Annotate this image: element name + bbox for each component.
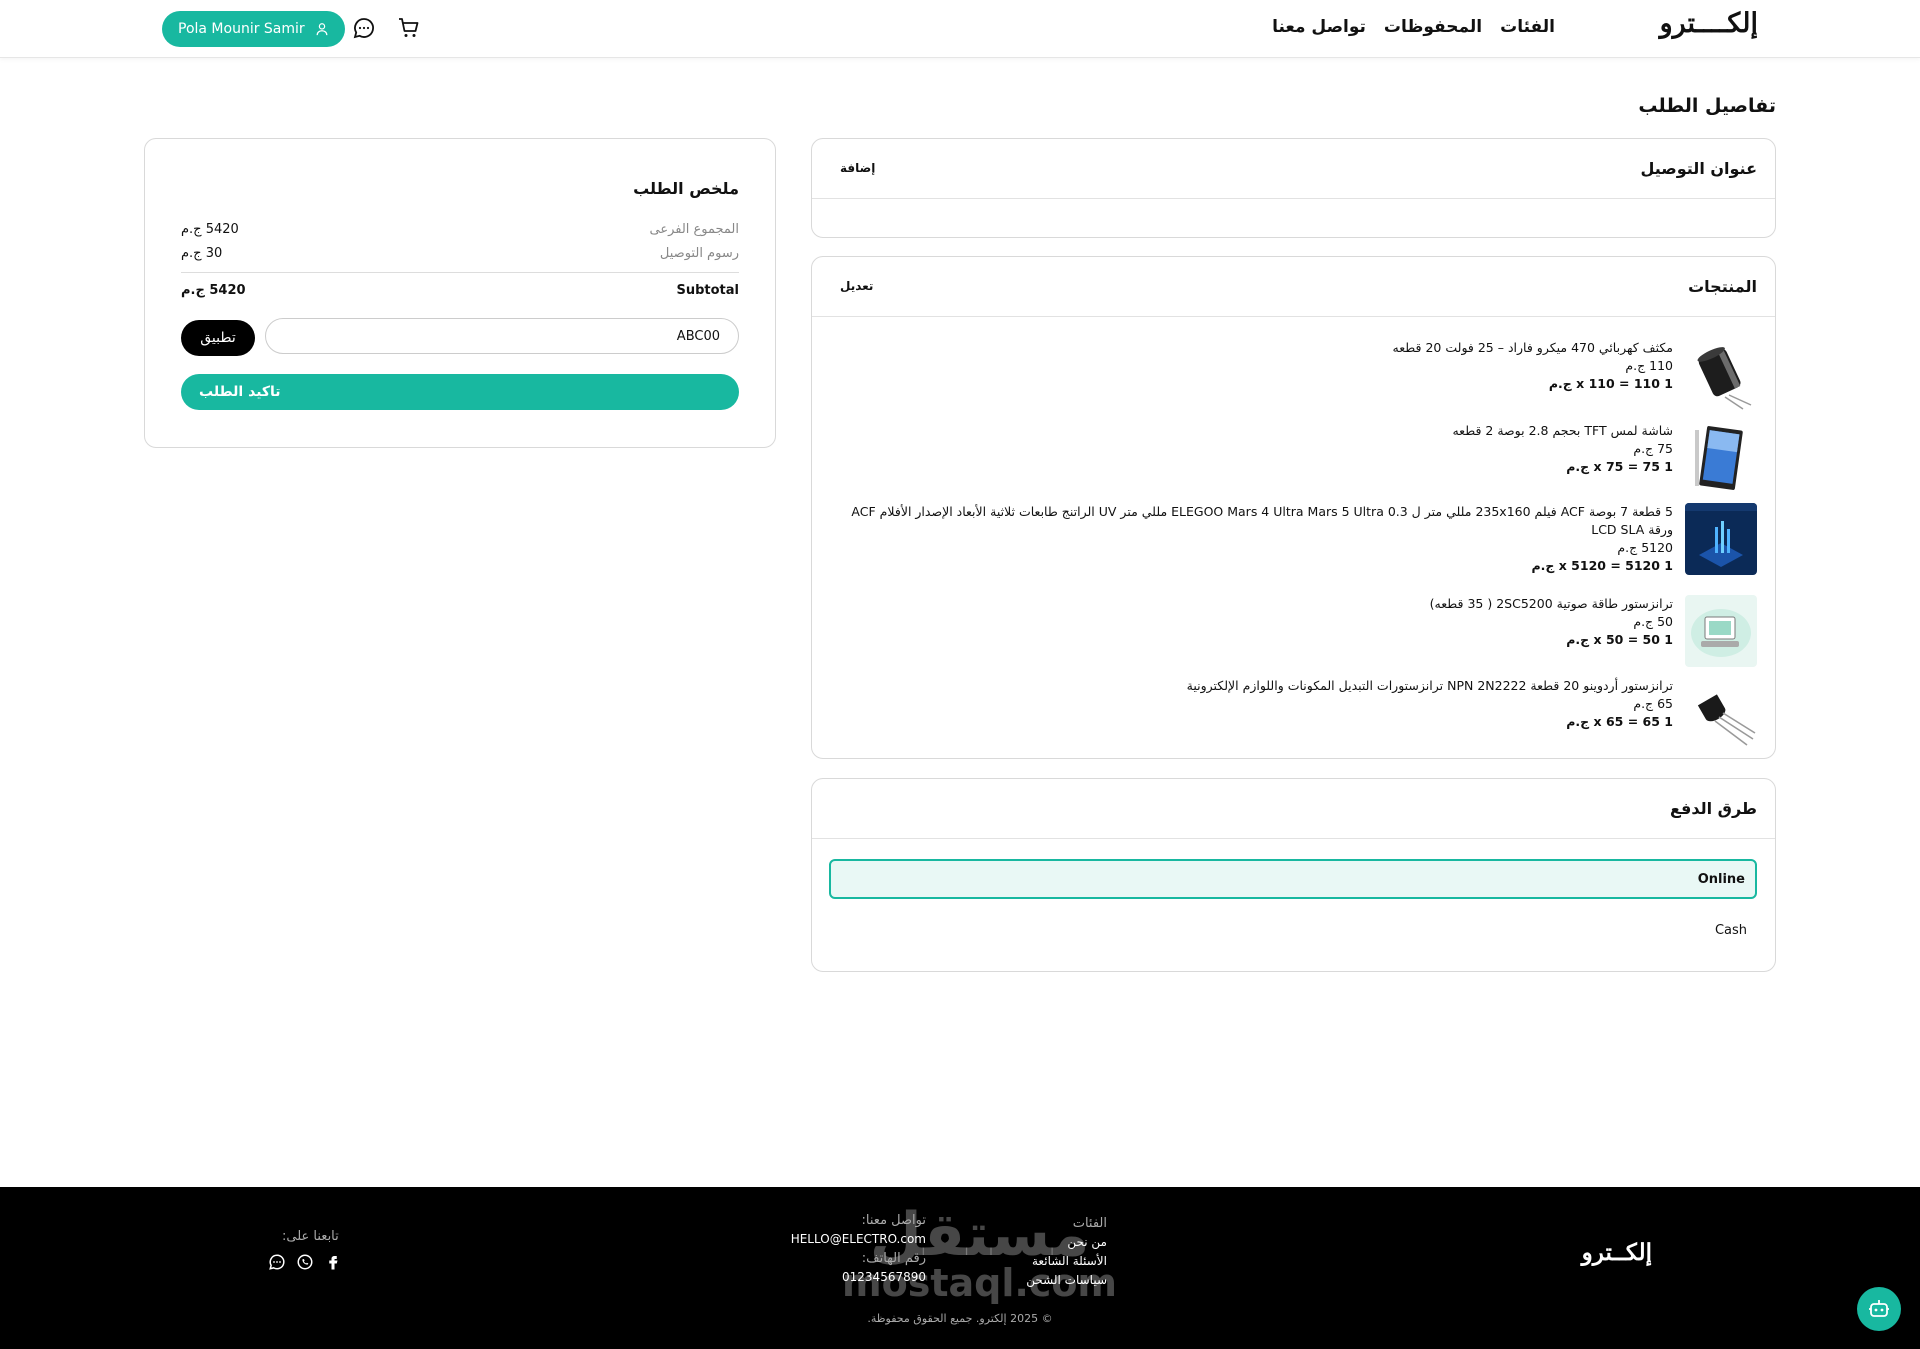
payment-option-cash[interactable]: Cash — [829, 912, 1757, 952]
footer-contact-title: تواصل معنا: — [861, 1213, 926, 1228]
footer-link-shipping[interactable]: سياسات الشحن — [1026, 1271, 1107, 1290]
product-price: 65 ج.م — [1633, 696, 1673, 711]
footer-contact: تواصل معنا: HELLO@ELECTRO.com رقم الهاتف… — [791, 1211, 926, 1287]
site-footer: مستقل mostaql.com إلكــترو الفئات من نحن… — [0, 1187, 1920, 1349]
transistor-image — [1685, 677, 1757, 749]
footer-categories: الفئات من نحن الأسئلة الشائعة سياسات الش… — [1026, 1214, 1107, 1290]
confirm-order-button[interactable]: تاكيد الطلب — [181, 374, 739, 410]
acf-film-image — [1685, 503, 1757, 575]
main-nav: الفئات المحفوظات تواصل معنا — [1272, 17, 1555, 37]
site-header: إلكــــترو الفئات المحفوظات تواصل معنا P… — [0, 0, 1920, 58]
product-line-total: 1 x 110 = 110 ج.م — [1548, 376, 1673, 391]
nav-categories[interactable]: الفئات — [1500, 17, 1555, 37]
chatbot-button[interactable] — [1857, 1287, 1901, 1331]
product-item: ترانزستور طاقة صوتية 2SC5200 ( 35 قطعه) … — [827, 595, 1757, 667]
footer-follow-title: تابعنا على: — [282, 1229, 339, 1244]
product-info: ترانزستور أردوينو 20 قطعة NPN 2N2222 ترا… — [1187, 677, 1673, 749]
product-info: 5 قطعة 7 بوصة ACF فيلم 235x160 مللي متر … — [827, 503, 1673, 575]
product-price: 50 ج.م — [1633, 614, 1673, 629]
product-price: 110 ج.م — [1625, 358, 1673, 373]
page-title: تفاصيل الطلب — [1638, 95, 1776, 117]
summary-title: ملخص الطلب — [633, 179, 739, 198]
nav-favorites[interactable]: المحفوظات — [1384, 17, 1482, 37]
edit-products-button[interactable]: تعديل — [840, 279, 873, 293]
subtotal-row: المجموع الفرعى 5420 ج.م — [181, 222, 739, 242]
product-name[interactable]: ترانزستور طاقة صوتية 2SC5200 ( 35 قطعه) — [1430, 595, 1673, 613]
footer-logo[interactable]: إلكــترو — [1582, 1239, 1652, 1266]
payment-title: طرق الدفع — [1669, 799, 1757, 818]
order-summary-card: ملخص الطلب المجموع الفرعى 5420 ج.م رسوم … — [144, 138, 776, 448]
payment-card: طرق الدفع Online Cash — [811, 778, 1776, 972]
product-line-total: 1 x 50 = 50 ج.م — [1566, 632, 1673, 647]
site-logo[interactable]: إلكــــترو — [1660, 8, 1759, 39]
products-title: المنتجات — [1688, 277, 1757, 296]
nav-contact[interactable]: تواصل معنا — [1272, 17, 1366, 37]
apply-coupon-button[interactable]: تطبيق — [181, 320, 255, 356]
payment-option-label: Cash — [1714, 923, 1747, 938]
payment-option-online[interactable]: Online — [829, 859, 1757, 899]
products-card-header: المنتجات تعديل — [812, 257, 1775, 317]
total-label: Subtotal — [676, 283, 739, 298]
user-account-button[interactable]: Pola Mounir Samir — [162, 11, 345, 47]
coupon-input[interactable]: ABC00 — [265, 318, 739, 354]
footer-email[interactable]: HELLO@ELECTRO.com — [791, 1230, 926, 1249]
address-title: عنوان التوصيل — [1640, 159, 1757, 178]
product-item: ترانزستور أردوينو 20 قطعة NPN 2N2222 ترا… — [827, 677, 1757, 749]
subtotal-value: 5420 ج.م — [181, 222, 239, 237]
product-info: ترانزستور طاقة صوتية 2SC5200 ( 35 قطعه) … — [1430, 595, 1673, 667]
chat-icon[interactable] — [351, 15, 377, 41]
product-name[interactable]: شاشة لمس TFT بحجم 2.8 بوصة 2 قطعه — [1452, 422, 1673, 440]
footer-link-faq[interactable]: الأسئلة الشائعة — [1026, 1252, 1107, 1271]
product-price: 5120 ج.م — [1617, 540, 1673, 555]
product-price: 75 ج.م — [1633, 441, 1673, 456]
subtotal-label: المجموع الفرعى — [649, 222, 739, 237]
product-line-total: 1 x 5120 = 5120 ج.م — [1531, 558, 1673, 573]
whatsapp-icon[interactable] — [296, 1253, 314, 1271]
product-name[interactable]: مكثف كهربائي 470 ميكرو فاراد – 25 فولت 2… — [1393, 339, 1673, 357]
product-line-total: 1 x 75 = 75 ج.م — [1566, 459, 1673, 474]
footer-phone-label: رقم الهاتف: — [861, 1251, 926, 1266]
transistor-power-image — [1685, 595, 1757, 667]
chat-icon[interactable] — [268, 1253, 286, 1271]
footer-link-about[interactable]: من نحن — [1026, 1233, 1107, 1252]
product-line-total: 1 x 65 = 65 ج.م — [1566, 714, 1673, 729]
footer-copyright: © 2025 إلكترو. جميع الحقوق محفوظة. — [867, 1312, 1053, 1325]
facebook-icon[interactable] — [324, 1253, 342, 1271]
address-card: عنوان التوصيل إضافة — [811, 138, 1776, 238]
product-info: مكثف كهربائي 470 ميكرو فاراد – 25 فولت 2… — [1393, 339, 1673, 411]
summary-divider — [181, 272, 739, 273]
robot-icon — [1869, 1300, 1889, 1317]
delivery-row: رسوم التوصيل 30 ج.م — [181, 246, 739, 266]
cart-icon[interactable] — [396, 15, 422, 41]
user-icon — [316, 23, 328, 36]
footer-categories-title: الفئات — [1072, 1216, 1107, 1231]
product-item: مكثف كهربائي 470 ميكرو فاراد – 25 فولت 2… — [827, 339, 1757, 411]
tft-screen-image — [1685, 422, 1757, 494]
delivery-label: رسوم التوصيل — [659, 246, 739, 261]
payment-option-label: Online — [1697, 872, 1745, 887]
footer-social-icons — [268, 1253, 342, 1271]
address-card-header: عنوان التوصيل إضافة — [812, 139, 1775, 199]
product-item: شاشة لمس TFT بحجم 2.8 بوصة 2 قطعه 75 ج.م… — [827, 422, 1757, 494]
total-value: 5420 ج.م — [181, 283, 246, 298]
product-info: شاشة لمس TFT بحجم 2.8 بوصة 2 قطعه 75 ج.م… — [1452, 422, 1673, 494]
payment-card-header: طرق الدفع — [812, 779, 1775, 839]
product-name[interactable]: 5 قطعة 7 بوصة ACF فيلم 235x160 مللي متر … — [827, 503, 1673, 539]
capacitor-image — [1685, 339, 1757, 411]
product-item: 5 قطعة 7 بوصة ACF فيلم 235x160 مللي متر … — [827, 503, 1757, 575]
user-name: Pola Mounir Samir — [178, 21, 305, 37]
product-name[interactable]: ترانزستور أردوينو 20 قطعة NPN 2N2222 ترا… — [1187, 677, 1673, 695]
products-card: المنتجات تعديل مكثف كهربائي 470 ميكرو فا… — [811, 256, 1776, 759]
footer-phone[interactable]: 01234567890 — [791, 1268, 926, 1287]
add-address-button[interactable]: إضافة — [840, 161, 875, 175]
total-row: Subtotal 5420 ج.م — [181, 283, 739, 303]
delivery-value: 30 ج.م — [181, 246, 223, 261]
